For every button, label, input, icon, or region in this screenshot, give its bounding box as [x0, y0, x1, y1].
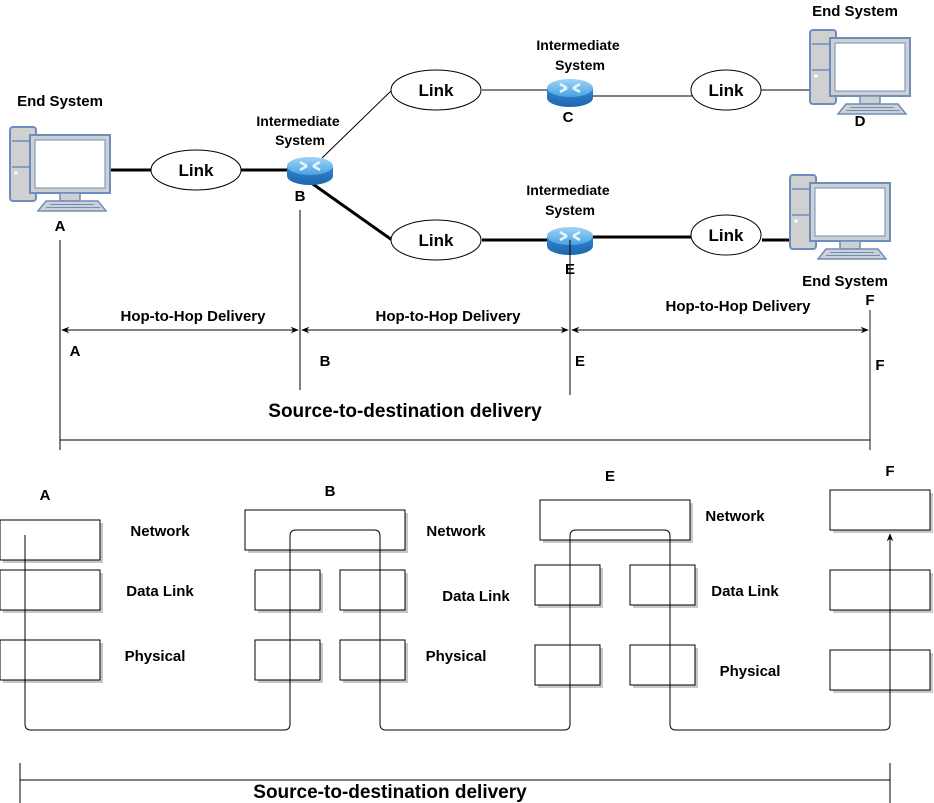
layer-section: A Network Data Link Physical B Network D…: [0, 463, 933, 803]
hop-label: Hop-to-Hop Delivery: [120, 308, 266, 325]
datalink-layer-box-left: [254, 569, 321, 611]
stack-label-b: B: [325, 483, 336, 500]
end-system-f: End System F: [789, 174, 891, 309]
hop-marker-e: E: [575, 353, 585, 370]
datalink-layer-box: [829, 569, 931, 611]
node-label: F: [865, 292, 874, 309]
end-system-a: End System A: [9, 93, 111, 235]
link-label: Link: [179, 161, 214, 180]
wire-b-link-e: [309, 180, 393, 242]
hop-label: Hop-to-Hop Delivery: [665, 298, 811, 315]
stack-label-a: A: [40, 487, 51, 504]
stack-label-f: F: [885, 463, 894, 480]
node-label: C: [563, 109, 574, 126]
node-label: B: [295, 188, 306, 205]
intermediate-system-e: Intermediate System E: [526, 182, 609, 278]
layer-name-datalink: Data Link: [442, 588, 510, 605]
hop-label: Hop-to-Hop Delivery: [375, 308, 521, 325]
hop-marker-b: B: [320, 353, 331, 370]
network-layer-box: [0, 519, 101, 561]
physical-layer-box: [829, 649, 931, 691]
router-icon: [285, 155, 335, 187]
intermediate-system-b: Intermediate System B: [256, 113, 339, 205]
network-layer-box: [539, 499, 691, 541]
link-label: Link: [419, 231, 454, 250]
link-label: Link: [709, 81, 744, 100]
link-a-b: Link: [150, 149, 242, 191]
layer-name-datalink: Data Link: [711, 583, 779, 600]
data-path: [24, 529, 894, 731]
computer-icon: [809, 29, 911, 115]
stack-label-e: E: [605, 468, 615, 485]
physical-layer-box-left: [534, 644, 601, 686]
stack-a: [0, 519, 103, 683]
node-caption: End System: [802, 273, 888, 290]
link-label: Link: [709, 226, 744, 245]
hop-marker-f: F: [875, 357, 884, 374]
link-e-f: Link: [690, 214, 762, 256]
physical-layer-box-right: [629, 644, 696, 686]
datalink-layer-box-right: [629, 564, 696, 606]
node-caption-line2: System: [545, 202, 595, 218]
layer-name-physical: Physical: [426, 648, 487, 665]
hop-marker-a: A: [70, 343, 81, 360]
computer-icon: [789, 174, 891, 260]
stack-b: [244, 509, 408, 683]
datalink-layer-box-right: [339, 569, 406, 611]
node-caption: End System: [17, 93, 103, 110]
layer-name-datalink: Data Link: [126, 583, 194, 600]
node-caption-line1: Intermediate: [256, 113, 339, 129]
source-to-destination-label: Source-to-destination delivery: [268, 401, 542, 422]
node-caption-line2: System: [275, 132, 325, 148]
network-diagram: Link Link Link Link Link End System A In…: [0, 3, 933, 803]
layer-name-physical: Physical: [125, 648, 186, 665]
end-system-d: End System D: [809, 3, 911, 130]
node-label: A: [55, 218, 66, 235]
link-b-c: Link: [390, 69, 482, 111]
layer-name-network: Network: [130, 523, 190, 540]
node-caption-line1: Intermediate: [526, 182, 609, 198]
intermediate-system-c: Intermediate System C: [536, 37, 619, 126]
computer-icon: [9, 126, 111, 212]
physical-layer-box-right: [339, 639, 406, 681]
stack-f: [829, 489, 933, 693]
bottom-source-to-destination-label: Source-to-destination delivery: [253, 782, 527, 803]
datalink-layer-box-left: [534, 564, 601, 606]
router-icon: [545, 77, 595, 109]
layer-name-network: Network: [705, 508, 765, 525]
node-caption-line1: Intermediate: [536, 37, 619, 53]
layer-name-physical: Physical: [720, 663, 781, 680]
node-label: D: [855, 113, 866, 130]
layer-name-network: Network: [426, 523, 486, 540]
stack-e: [534, 499, 698, 688]
node-caption-line2: System: [555, 57, 605, 73]
physical-layer-box-left: [254, 639, 321, 681]
node-caption: End System: [812, 3, 898, 20]
physical-layer-box: [0, 639, 101, 681]
link-b-e: Link: [390, 219, 482, 261]
link-label: Link: [419, 81, 454, 100]
topology: Link Link Link Link Link End System A In…: [9, 3, 911, 309]
datalink-layer-box: [0, 569, 101, 611]
link-c-d: Link: [690, 69, 762, 111]
network-layer-box: [829, 489, 931, 531]
